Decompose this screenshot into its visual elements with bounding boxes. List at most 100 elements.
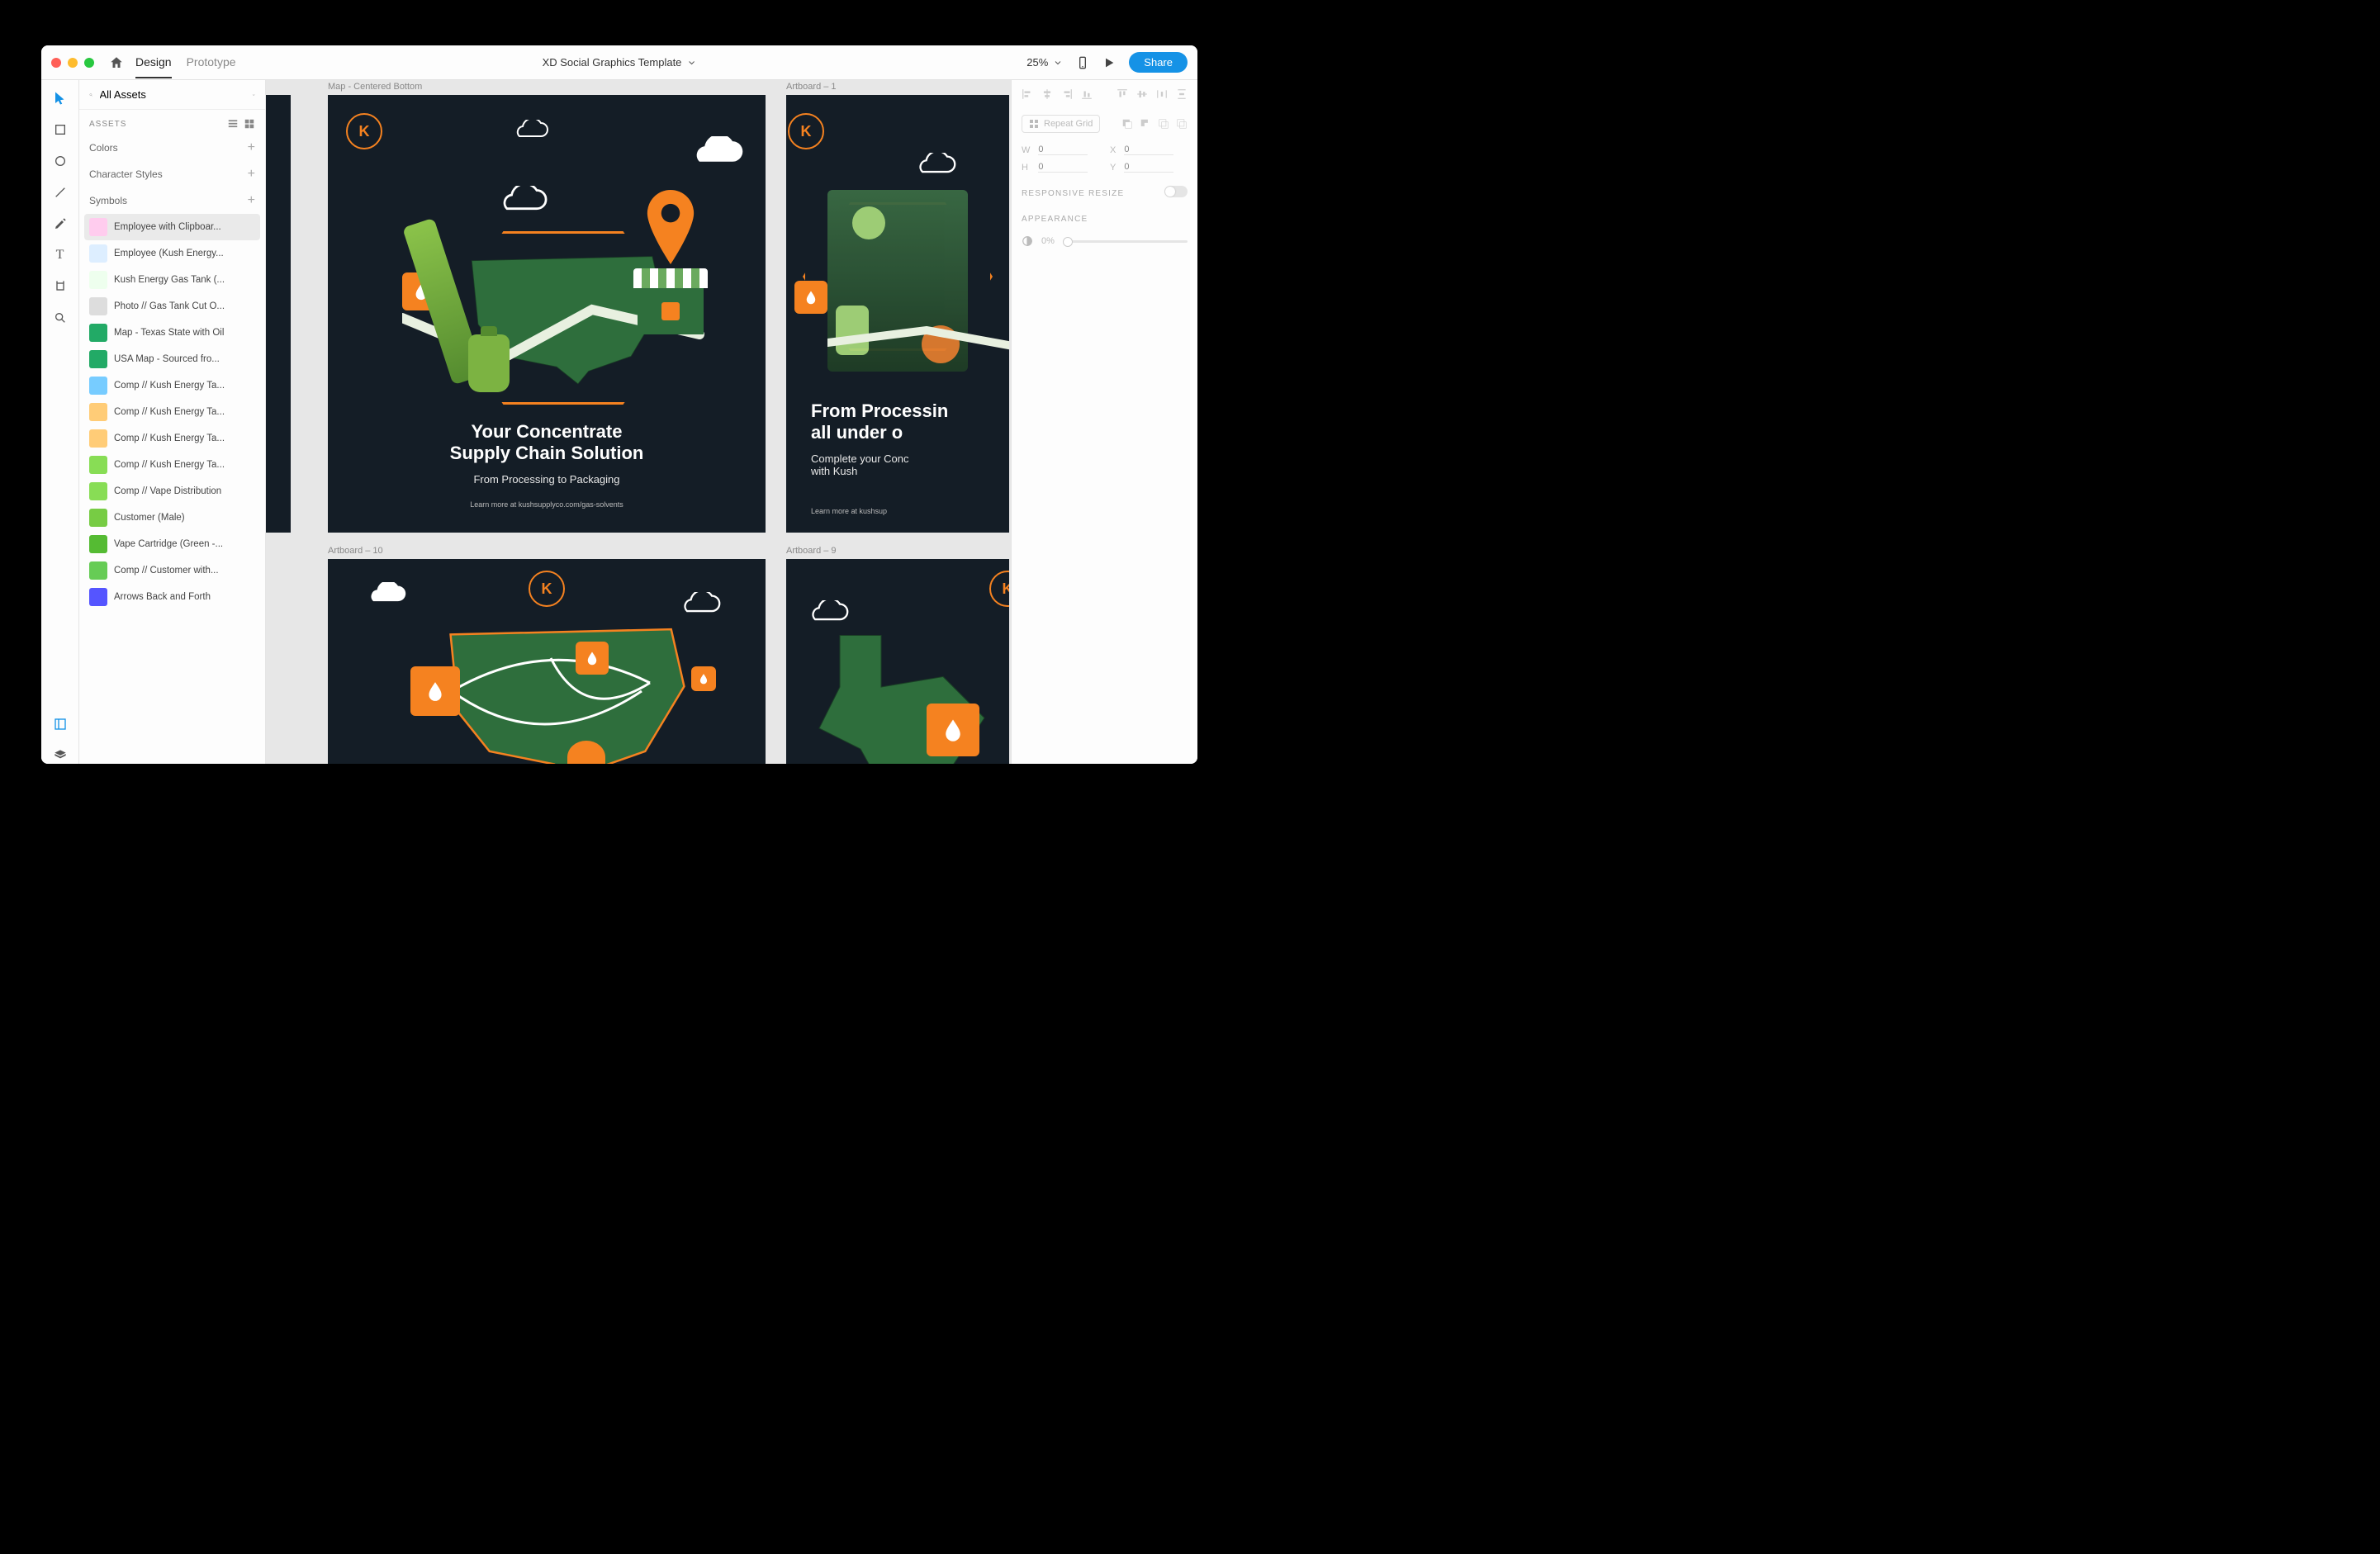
align-left-icon[interactable] [1022,88,1033,100]
symbols-section[interactable]: Symbols + [79,187,265,214]
zoom-dropdown[interactable]: 25% [1026,56,1063,69]
symbol-item[interactable]: Employee (Kush Energy... [84,240,260,267]
list-view-icon[interactable] [227,118,239,130]
chevron-down-icon [1053,58,1063,68]
pen-tool[interactable] [52,216,69,232]
titlebar-right: 25% Share [1026,52,1188,73]
play-icon[interactable] [1102,56,1116,69]
w-label: W [1022,145,1030,155]
add-symbol-button[interactable]: + [248,194,255,207]
symbol-label: Comp // Kush Energy Ta... [114,381,225,391]
artboard-10[interactable]: K [328,559,766,764]
boolean-exclude-icon[interactable] [1176,118,1188,130]
align-controls [1022,88,1188,100]
gas-tank-icon [468,334,510,392]
symbol-item[interactable]: Comp // Kush Energy Ta... [84,372,260,399]
symbol-item[interactable]: Kush Energy Gas Tank (... [84,267,260,293]
maximize-window-button[interactable] [84,58,94,68]
symbol-item[interactable]: Comp // Kush Energy Ta... [84,399,260,425]
colors-section[interactable]: Colors + [79,135,265,161]
align-bottom-icon[interactable] [1081,88,1093,100]
repeat-grid-button[interactable]: Repeat Grid [1022,115,1100,133]
symbol-item[interactable]: USA Map - Sourced fro... [84,346,260,372]
artboard-label[interactable]: Map - Centered Bottom [328,82,422,92]
device-preview-icon[interactable] [1076,56,1089,69]
width-input[interactable] [1038,145,1088,155]
artboard-label[interactable]: Artboard – 10 [328,546,383,556]
artboard-map-centered[interactable]: K [328,95,766,533]
align-middle-icon[interactable] [1136,88,1148,100]
artboard-1[interactable]: K From Processinall under o [786,95,1009,533]
symbol-item[interactable]: Comp // Kush Energy Ta... [84,425,260,452]
window-controls [51,58,94,68]
artboard-9[interactable]: K [786,559,1009,764]
symbols-list: Employee with Clipboar... Employee (Kush… [79,214,265,764]
drop-marker-icon [410,666,460,716]
symbol-item[interactable]: Arrows Back and Forth [84,584,260,610]
add-color-button[interactable]: + [248,141,255,154]
tab-prototype[interactable]: Prototype [187,55,236,78]
align-right-icon[interactable] [1061,88,1073,100]
symbol-label: Kush Energy Gas Tank (... [114,275,225,285]
symbol-item[interactable]: Comp // Vape Distribution [84,478,260,505]
zoom-tool[interactable] [52,310,69,326]
asset-filter-input[interactable] [100,88,245,101]
tab-design[interactable]: Design [135,55,172,78]
mode-tabs: Design Prototype [135,47,236,78]
x-input[interactable] [1124,145,1173,155]
opacity-control: 0% [1022,235,1188,247]
main-area: T ASSETS Colors + [41,80,1197,764]
asset-filter[interactable] [79,80,265,110]
assets-section-header: ASSETS [79,110,265,135]
artboard-tool[interactable] [52,278,69,295]
document-title[interactable]: XD Social Graphics Template [543,56,697,69]
artboard-label[interactable]: Artboard – 1 [786,82,837,92]
symbol-item[interactable]: Customer (Male) [84,505,260,531]
text-tool[interactable]: T [52,247,69,263]
close-window-button[interactable] [51,58,61,68]
artboard-label[interactable]: Artboard – 9 [786,546,837,556]
select-tool[interactable] [52,90,69,107]
symbol-item[interactable]: Map - Texas State with Oil [84,320,260,346]
align-center-h-icon[interactable] [1041,88,1053,100]
layers-panel-toggle[interactable] [52,747,69,764]
height-input[interactable] [1038,162,1088,173]
symbol-label: Employee (Kush Energy... [114,249,224,258]
boolean-intersect-icon[interactable] [1158,118,1169,130]
boolean-subtract-icon[interactable] [1140,118,1151,130]
repeat-grid-label: Repeat Grid [1044,119,1093,129]
add-charstyle-button[interactable]: + [248,168,255,181]
home-icon[interactable] [109,55,124,70]
symbol-item[interactable]: Vape Cartridge (Green -... [84,531,260,557]
symbol-item[interactable]: Comp // Kush Energy Ta... [84,452,260,478]
share-button[interactable]: Share [1129,52,1188,73]
distribute-v-icon[interactable] [1176,88,1188,100]
y-input[interactable] [1124,162,1173,173]
line-tool[interactable] [52,184,69,201]
boolean-add-icon[interactable] [1121,118,1133,130]
assets-panel-toggle[interactable] [52,716,69,732]
rectangle-tool[interactable] [52,121,69,138]
route-lines [419,642,716,764]
charstyles-section[interactable]: Character Styles + [79,161,265,187]
grid-view-icon[interactable] [244,118,255,130]
cloud-icon [361,582,410,607]
ellipse-tool[interactable] [52,153,69,169]
chevron-down-icon [252,90,256,100]
brand-logo-icon: K [788,113,824,149]
x-label: X [1110,145,1116,155]
symbol-item[interactable]: Employee with Clipboar... [84,214,260,240]
minimize-window-button[interactable] [68,58,78,68]
symbol-item[interactable]: Comp // Customer with... [84,557,260,584]
location-pin-icon [642,190,699,264]
opacity-icon [1022,235,1033,247]
responsive-resize-toggle[interactable] [1164,186,1188,197]
titlebar: Design Prototype XD Social Graphics Temp… [41,45,1197,80]
opacity-slider[interactable] [1063,240,1188,243]
symbol-item[interactable]: Photo // Gas Tank Cut O... [84,293,260,320]
canvas[interactable]: Map - Centered Bottom K [266,80,1011,764]
cloud-icon [683,136,749,169]
align-top-icon[interactable] [1117,88,1128,100]
distribute-h-icon[interactable] [1156,88,1168,100]
artboard-headline: Your ConcentrateSupply Chain Solution [328,421,766,465]
